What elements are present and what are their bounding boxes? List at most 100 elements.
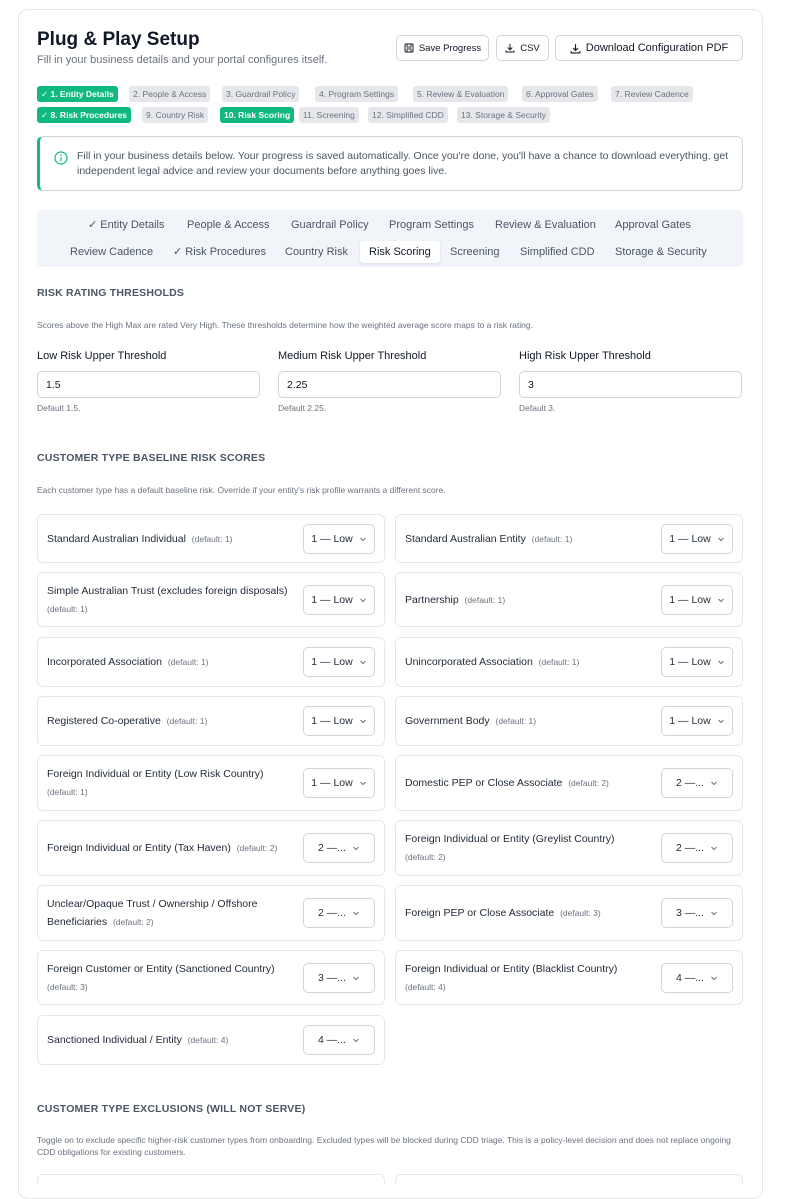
chevron-down-icon — [717, 719, 724, 724]
risk-score-select[interactable]: 1 — Low — [303, 768, 375, 798]
default-score: (default: 1) — [464, 594, 506, 605]
tab-review-cadence[interactable]: Review Cadence — [61, 241, 162, 263]
tab-review-evaluation[interactable]: Review & Evaluation — [486, 214, 605, 236]
risk-score-select[interactable]: 1 — Low — [661, 523, 733, 554]
download-pdf-button[interactable]: Download Configuration PDF — [555, 35, 743, 61]
download-icon — [505, 44, 515, 53]
step-storage-security[interactable]: 13. Storage & Security — [457, 107, 551, 123]
medium-threshold-label: Medium Risk Upper Threshold — [278, 350, 427, 362]
risk-score-select[interactable]: 4 —... — [661, 962, 733, 993]
customer-type-label: Sanctioned Individual / Entity — [47, 1034, 182, 1046]
risk-score-value: 2 —... — [675, 777, 704, 789]
step-review-evaluation[interactable]: 5. Review & Evaluation — [413, 86, 509, 102]
baseline-heading: CUSTOMER TYPE BASELINE RISK SCORES — [37, 452, 266, 464]
chevron-down-icon — [711, 781, 717, 786]
step-entity-details[interactable]: ✓ 1. Entity Details — [37, 86, 118, 102]
risk-card: Government Body (default: 1) 1 — Low — [395, 696, 743, 746]
risk-score-select[interactable]: 4 —... — [303, 1025, 375, 1055]
risk-score-select[interactable]: 2 —... — [303, 898, 375, 928]
customer-type-label: Registered Co-operative — [47, 715, 161, 727]
risk-score-select[interactable]: 2 —... — [661, 833, 733, 863]
risk-score-value: 2 —... — [675, 842, 704, 854]
customer-type-label: Standard Australian Individual — [47, 532, 186, 545]
default-score: (default: 3) — [560, 908, 601, 918]
default-score: (default: 1) — [166, 716, 208, 726]
risk-score-select[interactable]: 1 — Low — [303, 706, 375, 736]
save-progress-button[interactable]: Save Progress — [396, 35, 489, 61]
chevron-down-icon — [353, 1038, 359, 1043]
risk-card: Incorporated Association (default: 1) 1 … — [37, 637, 385, 687]
step-approval-gates[interactable]: 6. Approval Gates — [522, 86, 598, 102]
default-score: (default: 1) — [167, 657, 209, 667]
step-risk-procedures[interactable]: ✓ 8. Risk Procedures — [37, 107, 132, 123]
customer-type-label: Simple Australian Trust (excludes foreig… — [47, 584, 288, 597]
risk-score-select[interactable]: 2 —... — [661, 768, 733, 798]
default-score: (default: 2) — [568, 778, 609, 788]
tab-risk-procedures[interactable]: ✓ Risk Procedures — [164, 241, 275, 263]
chevron-down-icon — [353, 846, 359, 851]
medium-threshold-input[interactable] — [278, 371, 501, 398]
step-simplified-cdd[interactable]: 12. Simplified CDD — [368, 107, 448, 123]
risk-card: Domestic PEP or Close Associate (default… — [395, 755, 743, 811]
customer-type-label: Partnership — [405, 593, 459, 606]
csv-button[interactable]: CSV — [496, 35, 549, 61]
tab-approval-gates[interactable]: Approval Gates — [606, 214, 700, 236]
risk-score-value: 1 — Low — [669, 715, 711, 727]
risk-score-select[interactable]: 1 — Low — [661, 706, 733, 736]
risk-score-select[interactable]: 1 — Low — [661, 647, 733, 677]
risk-score-select[interactable]: 2 —... — [303, 833, 375, 863]
step-risk-scoring[interactable]: 10. Risk Scoring — [220, 107, 295, 123]
chevron-down-icon — [717, 598, 724, 602]
risk-card: Foreign Individual or Entity (Tax Haven)… — [37, 820, 385, 876]
risk-card: Foreign Individual or Entity (Low Risk C… — [37, 755, 385, 811]
risk-score-select[interactable]: 1 — Low — [303, 584, 375, 615]
tab-screening[interactable]: Screening — [441, 241, 509, 263]
step-people-access[interactable]: 2. People & Access — [129, 86, 211, 102]
section-tabs: ✓ Entity Details People & Access Guardra… — [37, 210, 743, 267]
low-threshold-input[interactable] — [37, 371, 260, 398]
risk-score-value: 1 — Low — [311, 777, 353, 789]
risk-card: Partnership (default: 1) 1 — Low — [395, 572, 743, 627]
risk-score-value: 3 —... — [675, 907, 704, 919]
medium-threshold-hint: Default 2.25. — [278, 403, 327, 413]
customer-type-label: Incorporated Association — [47, 656, 162, 668]
customer-type-label: Foreign Individual or Entity (Low Risk C… — [47, 768, 264, 780]
tab-risk-scoring[interactable]: Risk Scoring — [360, 241, 440, 263]
info-banner: Fill in your business details below. You… — [37, 136, 743, 191]
step-guardrail-policy[interactable]: 3. Guardrail Policy — [222, 86, 300, 102]
step-country-risk[interactable]: 9. Country Risk — [142, 107, 209, 123]
high-threshold-input[interactable] — [519, 371, 742, 398]
page-subtitle: Fill in your business details and your p… — [37, 54, 328, 66]
risk-score-select[interactable]: 3 —... — [303, 962, 375, 993]
chevron-down-icon — [711, 976, 717, 980]
default-score: (default: 2) — [236, 843, 278, 853]
csv-label: CSV — [520, 42, 540, 54]
tab-storage-security[interactable]: Storage & Security — [606, 241, 716, 263]
tab-country-risk[interactable]: Country Risk — [276, 241, 357, 263]
risk-card: Foreign Customer or Entity (Sanctioned C… — [37, 950, 385, 1005]
risk-score-value: 1 — Low — [311, 656, 353, 668]
risk-score-select[interactable]: 1 — Low — [303, 523, 375, 554]
tab-program-settings[interactable]: Program Settings — [380, 214, 483, 236]
step-program-settings[interactable]: 4. Program Settings — [315, 86, 399, 102]
high-threshold-hint: Default 3. — [519, 403, 556, 413]
risk-score-select[interactable]: 1 — Low — [303, 647, 375, 677]
customer-type-label: Unincorporated Association — [405, 656, 533, 668]
tab-entity-details[interactable]: ✓ Entity Details — [79, 214, 173, 236]
default-score: (default: 1) — [538, 657, 580, 667]
risk-score-select[interactable]: 1 — Low — [661, 584, 733, 615]
tab-simplified-cdd[interactable]: Simplified CDD — [511, 241, 604, 263]
chevron-down-icon — [711, 911, 717, 916]
step-screening[interactable]: 11. Screening — [299, 107, 359, 123]
tab-guardrail-policy[interactable]: Guardrail Policy — [282, 214, 378, 236]
exclusions-heading: CUSTOMER TYPE EXCLUSIONS (WILL NOT SERVE… — [37, 1103, 306, 1115]
download-pdf-label: Download Configuration PDF — [585, 42, 729, 54]
default-score: (default: 2) — [405, 852, 446, 862]
risk-card: Unclear/Opaque Trust / Ownership / Offsh… — [37, 885, 385, 941]
exclusion-card — [37, 1174, 385, 1184]
tab-people-access[interactable]: People & Access — [178, 214, 279, 236]
chevron-down-icon — [353, 976, 359, 980]
risk-score-select[interactable]: 3 —... — [661, 898, 733, 928]
risk-score-value: 4 —... — [675, 971, 704, 984]
step-review-cadence[interactable]: 7. Review Cadence — [611, 86, 693, 102]
